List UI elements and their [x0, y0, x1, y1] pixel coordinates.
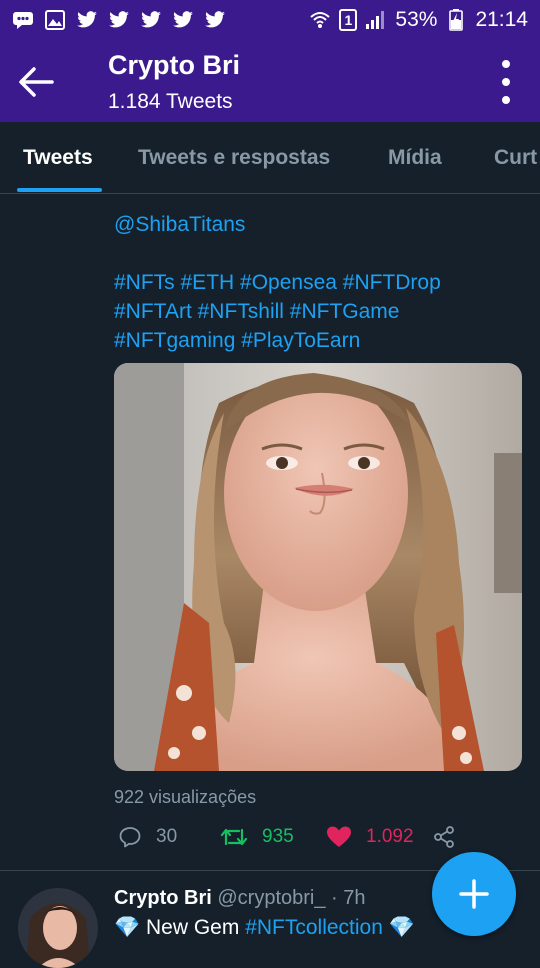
- tweet-time: · 7h: [331, 887, 366, 909]
- author-name[interactable]: Crypto Bri: [114, 887, 212, 909]
- profile-name: Crypto Bri: [108, 50, 241, 80]
- reply-icon: [119, 827, 141, 848]
- tweet-text: @ShibaTitans #NFTs #ETH #Opensea #NFTDro…: [114, 210, 514, 355]
- retweet-button[interactable]: 935: [220, 825, 294, 849]
- hashtag-line[interactable]: #NFTs #ETH #Opensea #NFTDrop: [114, 268, 514, 297]
- system-indicators: 1 53% 21:14: [309, 8, 528, 32]
- retweet-count: 935: [262, 826, 294, 847]
- like-count: 1.092: [366, 826, 414, 847]
- author-handle: @cryptobri_: [217, 887, 326, 909]
- tab-likes[interactable]: Curt: [494, 146, 537, 170]
- more-vertical-icon: [502, 60, 510, 68]
- twitter-icon: [204, 9, 226, 31]
- wifi-icon: [309, 9, 331, 31]
- twitter-icon: [140, 9, 162, 31]
- gallery-icon: [44, 9, 66, 31]
- more-options-button[interactable]: [496, 60, 516, 104]
- twitter-icon: [172, 9, 194, 31]
- video-frame: [114, 363, 522, 771]
- signal-icon: [365, 9, 387, 31]
- tab-media[interactable]: Mídia: [388, 146, 442, 170]
- active-tab-indicator: [17, 188, 102, 192]
- clock: 21:14: [475, 8, 528, 31]
- tab-tweets[interactable]: Tweets: [23, 146, 93, 170]
- gem-icon: 💎: [114, 916, 141, 939]
- share-button[interactable]: [432, 825, 456, 849]
- hashtag-line[interactable]: #NFTArt #NFTshill #NFTGame: [114, 297, 514, 326]
- next-tweet-header: Crypto Bri @cryptobri_ · 7h: [114, 887, 366, 910]
- twitter-icon: [76, 9, 98, 31]
- avatar-image: [18, 888, 98, 968]
- status-bar: 1 53% 21:14: [0, 0, 540, 40]
- mention-link[interactable]: @ShibaTitans: [114, 210, 514, 239]
- gem-icon: 💎: [388, 916, 415, 939]
- profile-tabs: Tweets Tweets e respostas Mídia Curt: [0, 122, 540, 194]
- tweet-video-thumbnail[interactable]: [114, 363, 522, 771]
- hashtag-link[interactable]: #NFTcollection: [245, 916, 383, 939]
- plus-icon: [459, 879, 489, 909]
- arrow-left-icon: [19, 67, 54, 97]
- back-button[interactable]: [16, 62, 56, 102]
- compose-tweet-button[interactable]: [432, 852, 516, 936]
- like-button[interactable]: 1.092: [326, 825, 414, 849]
- profile-header: Crypto Bri 1.184 Tweets: [0, 40, 540, 122]
- retweet-icon: [220, 828, 248, 846]
- twitter-icon: [108, 9, 130, 31]
- avatar[interactable]: [18, 888, 98, 968]
- message-icon: [12, 9, 34, 31]
- next-tweet-text: 💎 New Gem #NFTcollection 💎: [114, 916, 415, 939]
- sim-icon: 1: [339, 9, 358, 31]
- notification-icons: [12, 9, 226, 31]
- tweet-count: 1.184 Tweets: [108, 90, 233, 113]
- reply-count: 30: [156, 826, 178, 847]
- reply-button[interactable]: 30: [118, 825, 177, 849]
- heart-filled-icon: [327, 826, 351, 847]
- tab-tweets-and-replies[interactable]: Tweets e respostas: [138, 146, 330, 170]
- hashtag-line[interactable]: #NFTgaming #PlayToEarn: [114, 326, 514, 355]
- battery-charging-icon: [445, 9, 467, 31]
- share-icon: [434, 826, 454, 848]
- battery-percent: 53%: [395, 8, 438, 31]
- view-count: 922 visualizações: [114, 787, 257, 807]
